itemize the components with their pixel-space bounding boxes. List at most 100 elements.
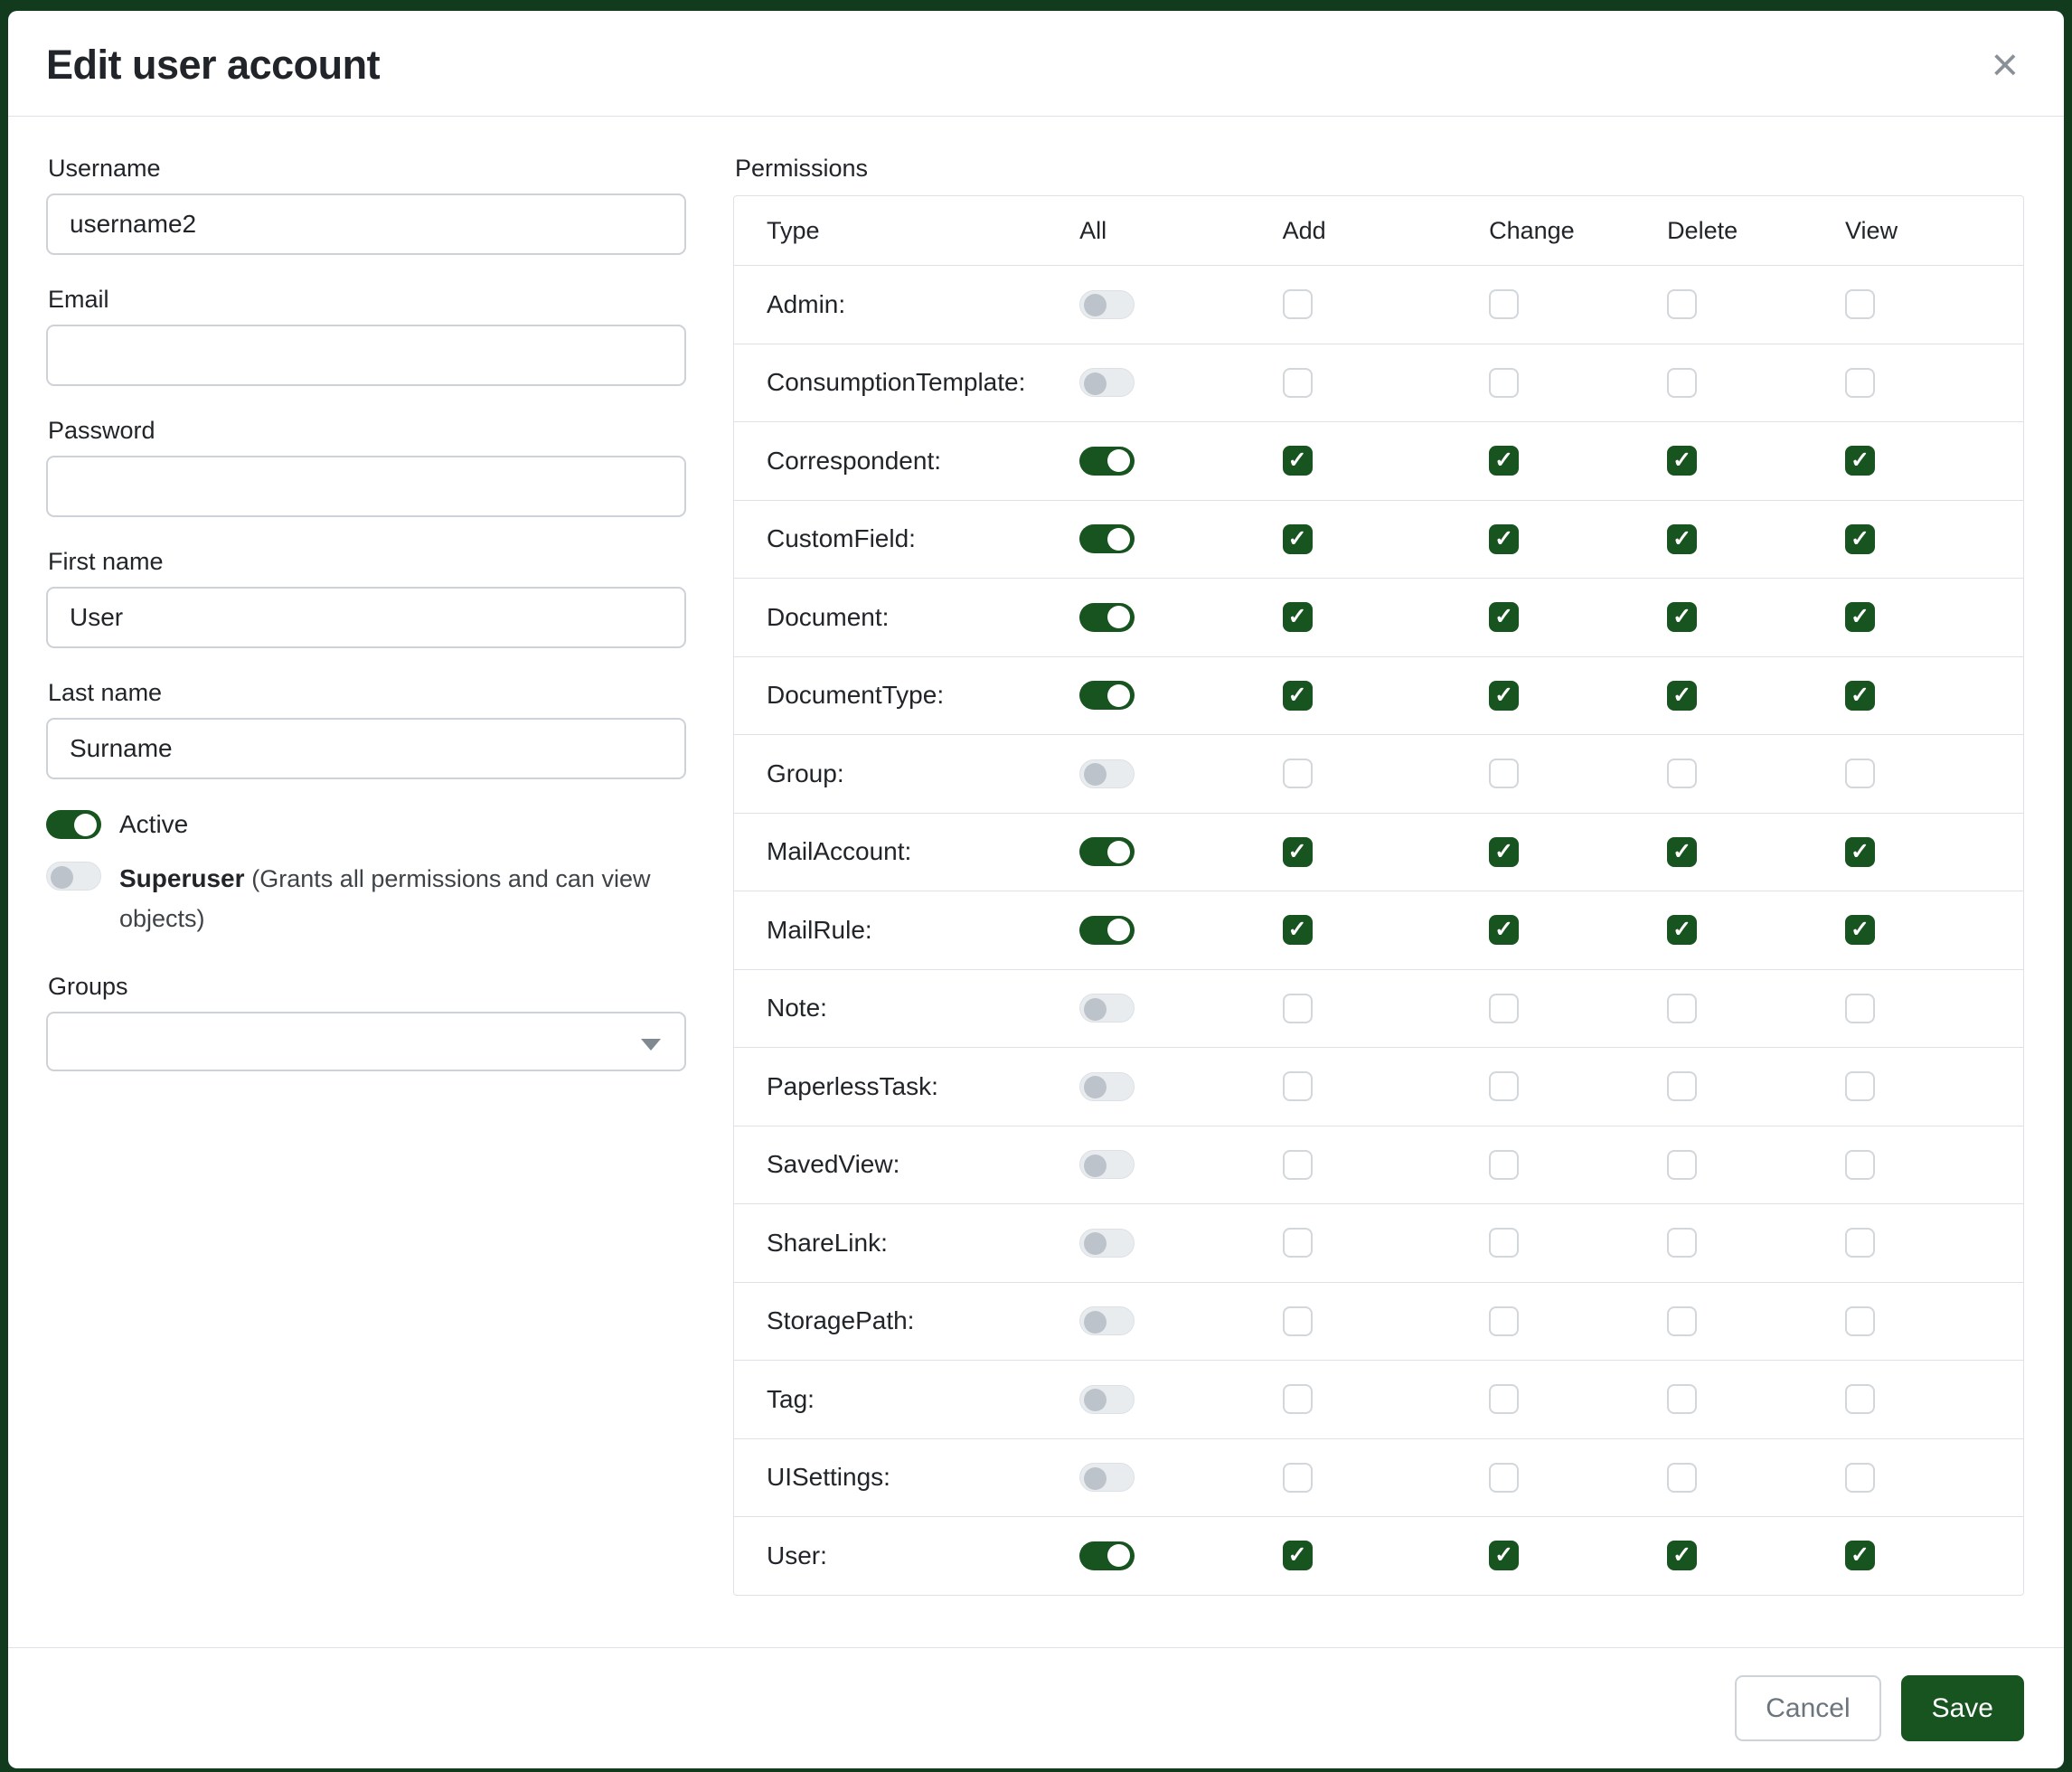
permission-view-checkbox[interactable] — [1845, 994, 1875, 1023]
permission-all-toggle[interactable] — [1079, 916, 1135, 945]
permission-delete-checkbox[interactable] — [1667, 1541, 1697, 1570]
permission-delete-checkbox[interactable] — [1667, 524, 1697, 554]
permission-add-checkbox[interactable] — [1283, 681, 1313, 711]
permission-change-checkbox[interactable] — [1489, 289, 1519, 319]
permission-change-checkbox[interactable] — [1489, 1306, 1519, 1336]
permission-change-checkbox[interactable] — [1489, 1463, 1519, 1493]
permission-all-toggle[interactable] — [1079, 524, 1135, 553]
permission-view-checkbox[interactable] — [1845, 837, 1875, 867]
permission-view-checkbox[interactable] — [1845, 368, 1875, 398]
permission-delete-checkbox[interactable] — [1667, 1150, 1697, 1180]
permission-view-checkbox[interactable] — [1845, 524, 1875, 554]
permission-all-toggle[interactable] — [1079, 1385, 1135, 1414]
permission-add-checkbox[interactable] — [1283, 446, 1313, 476]
permission-add-checkbox[interactable] — [1283, 1463, 1313, 1493]
permission-delete-checkbox[interactable] — [1667, 1306, 1697, 1336]
permission-all-toggle[interactable] — [1079, 759, 1135, 788]
permission-change-checkbox[interactable] — [1489, 524, 1519, 554]
permission-change-checkbox[interactable] — [1489, 446, 1519, 476]
permission-all-toggle[interactable] — [1079, 290, 1135, 319]
permission-delete-checkbox[interactable] — [1667, 446, 1697, 476]
permission-add-checkbox[interactable] — [1283, 1384, 1313, 1414]
permission-view-checkbox[interactable] — [1845, 289, 1875, 319]
permission-view-checkbox[interactable] — [1845, 1463, 1875, 1493]
permission-change-checkbox[interactable] — [1489, 1384, 1519, 1414]
permission-delete-checkbox[interactable] — [1667, 915, 1697, 945]
first-name-input[interactable] — [46, 587, 686, 648]
modal-title: Edit user account — [46, 42, 380, 89]
permission-change-checkbox[interactable] — [1489, 681, 1519, 711]
permission-add-checkbox[interactable] — [1283, 1071, 1313, 1101]
permission-add-checkbox[interactable] — [1283, 524, 1313, 554]
permission-change-checkbox[interactable] — [1489, 915, 1519, 945]
permission-all-toggle[interactable] — [1079, 837, 1135, 866]
permission-delete-checkbox[interactable] — [1667, 1228, 1697, 1258]
permission-all-toggle[interactable] — [1079, 447, 1135, 476]
permission-view-checkbox[interactable] — [1845, 1384, 1875, 1414]
permission-add-checkbox[interactable] — [1283, 994, 1313, 1023]
permission-all-toggle[interactable] — [1079, 603, 1135, 632]
last-name-input[interactable] — [46, 718, 686, 779]
permission-add-checkbox[interactable] — [1283, 1541, 1313, 1570]
groups-select[interactable] — [46, 1012, 686, 1071]
cancel-button[interactable]: Cancel — [1735, 1675, 1880, 1741]
column-header-all: All — [1079, 217, 1283, 245]
permission-view-checkbox[interactable] — [1845, 602, 1875, 632]
permission-all-toggle[interactable] — [1079, 368, 1135, 397]
permission-delete-checkbox[interactable] — [1667, 1384, 1697, 1414]
permission-view-checkbox[interactable] — [1845, 759, 1875, 788]
permission-delete-checkbox[interactable] — [1667, 994, 1697, 1023]
permission-change-checkbox[interactable] — [1489, 1541, 1519, 1570]
permission-add-checkbox[interactable] — [1283, 368, 1313, 398]
superuser-toggle[interactable] — [46, 862, 101, 891]
permission-change-checkbox[interactable] — [1489, 1150, 1519, 1180]
permission-view-checkbox[interactable] — [1845, 915, 1875, 945]
permissions-table: Type All Add Change Delete View Admin:Co… — [733, 195, 2024, 1596]
permission-add-checkbox[interactable] — [1283, 602, 1313, 632]
password-input[interactable] — [46, 456, 686, 517]
username-input[interactable] — [46, 193, 686, 255]
permission-add-checkbox[interactable] — [1283, 915, 1313, 945]
permission-all-toggle[interactable] — [1079, 1229, 1135, 1258]
permission-change-checkbox[interactable] — [1489, 1071, 1519, 1101]
permission-delete-checkbox[interactable] — [1667, 1463, 1697, 1493]
permission-add-checkbox[interactable] — [1283, 1150, 1313, 1180]
permission-delete-checkbox[interactable] — [1667, 1071, 1697, 1101]
permission-change-checkbox[interactable] — [1489, 602, 1519, 632]
email-input[interactable] — [46, 325, 686, 386]
permission-view-checkbox[interactable] — [1845, 1150, 1875, 1180]
permission-delete-checkbox[interactable] — [1667, 837, 1697, 867]
permission-add-checkbox[interactable] — [1283, 1306, 1313, 1336]
permission-add-checkbox[interactable] — [1283, 759, 1313, 788]
permission-add-checkbox[interactable] — [1283, 289, 1313, 319]
permission-view-checkbox[interactable] — [1845, 1071, 1875, 1101]
permission-change-checkbox[interactable] — [1489, 368, 1519, 398]
permission-add-checkbox[interactable] — [1283, 837, 1313, 867]
permission-delete-checkbox[interactable] — [1667, 681, 1697, 711]
permission-add-checkbox[interactable] — [1283, 1228, 1313, 1258]
permission-delete-checkbox[interactable] — [1667, 368, 1697, 398]
permission-view-checkbox[interactable] — [1845, 1228, 1875, 1258]
permission-all-toggle[interactable] — [1079, 1150, 1135, 1179]
permission-all-toggle[interactable] — [1079, 1463, 1135, 1492]
permission-change-checkbox[interactable] — [1489, 837, 1519, 867]
permission-all-toggle[interactable] — [1079, 994, 1135, 1023]
permission-type-label: Group: — [734, 759, 1079, 788]
permission-all-toggle[interactable] — [1079, 1306, 1135, 1335]
active-toggle[interactable] — [46, 810, 101, 839]
permission-view-checkbox[interactable] — [1845, 681, 1875, 711]
permission-view-checkbox[interactable] — [1845, 1306, 1875, 1336]
close-icon[interactable]: × — [1986, 42, 2024, 89]
permission-view-checkbox[interactable] — [1845, 1541, 1875, 1570]
permission-delete-checkbox[interactable] — [1667, 759, 1697, 788]
permission-all-toggle[interactable] — [1079, 1541, 1135, 1570]
permission-view-checkbox[interactable] — [1845, 446, 1875, 476]
permission-change-checkbox[interactable] — [1489, 759, 1519, 788]
permission-all-toggle[interactable] — [1079, 1072, 1135, 1101]
save-button[interactable]: Save — [1901, 1675, 2024, 1741]
permission-all-toggle[interactable] — [1079, 681, 1135, 710]
permission-change-checkbox[interactable] — [1489, 1228, 1519, 1258]
permission-change-checkbox[interactable] — [1489, 994, 1519, 1023]
permission-delete-checkbox[interactable] — [1667, 602, 1697, 632]
permission-delete-checkbox[interactable] — [1667, 289, 1697, 319]
